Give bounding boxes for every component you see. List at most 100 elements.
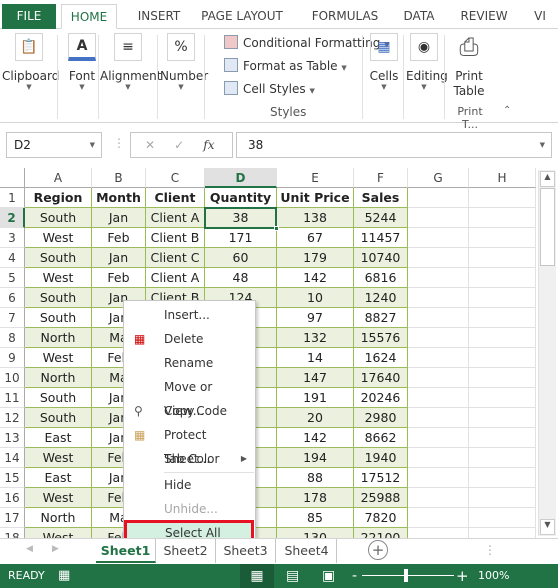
table-cell[interactable]: Feb	[92, 228, 146, 248]
empty-cell[interactable]	[469, 388, 536, 408]
row-header-2[interactable]: 2	[0, 208, 25, 228]
zoom-slider[interactable]	[362, 575, 454, 576]
formula-input[interactable]: 38 ▼	[236, 132, 552, 158]
empty-cell[interactable]	[408, 308, 469, 328]
menu-item-insert[interactable]: Insert...	[124, 303, 255, 327]
table-cell[interactable]: 6816	[354, 268, 408, 288]
row-header-11[interactable]: 11	[0, 388, 25, 408]
table-header-cell[interactable]: Client	[146, 188, 205, 208]
empty-cell[interactable]	[469, 228, 536, 248]
number-group[interactable]: % Number ▼	[160, 33, 208, 91]
table-cell[interactable]: 38	[205, 208, 277, 228]
fill-handle[interactable]	[274, 226, 279, 231]
table-cell[interactable]: East	[25, 428, 92, 448]
empty-cell[interactable]	[469, 188, 536, 208]
table-cell[interactable]: 147	[277, 368, 354, 388]
empty-cell[interactable]	[408, 508, 469, 528]
tab-review[interactable]: REVIEW	[452, 4, 516, 29]
table-cell[interactable]: 142	[277, 268, 354, 288]
table-header-cell[interactable]: Month	[92, 188, 146, 208]
table-cell[interactable]: 5244	[354, 208, 408, 228]
name-box[interactable]: D2 ▼	[6, 132, 102, 158]
table-cell[interactable]: 85	[277, 508, 354, 528]
table-cell[interactable]: 20246	[354, 388, 408, 408]
empty-cell[interactable]	[469, 508, 536, 528]
tab-file[interactable]: FILE	[2, 4, 56, 29]
column-header-B[interactable]: B	[92, 168, 146, 188]
table-cell[interactable]: 11457	[354, 228, 408, 248]
zoom-level[interactable]: 100%	[478, 564, 509, 588]
table-cell[interactable]: South	[25, 248, 92, 268]
table-cell[interactable]: 171	[205, 228, 277, 248]
table-cell[interactable]: Jan	[92, 248, 146, 268]
zoom-slider-thumb[interactable]	[404, 569, 408, 582]
table-cell[interactable]: 194	[277, 448, 354, 468]
cells-group[interactable]: ▦ Cells ▼	[368, 33, 400, 91]
menu-item-move-or-copy[interactable]: Move or Copy...	[124, 375, 255, 418]
tab-data[interactable]: DATA	[393, 4, 445, 29]
editing-group[interactable]: ◉ Editing ▼	[406, 33, 448, 91]
table-header-cell[interactable]: Region	[25, 188, 92, 208]
cancel-icon[interactable]: ✕	[145, 138, 155, 152]
conditional-formatting-button[interactable]: Conditional Formatting ▼	[224, 35, 390, 50]
clipboard-group[interactable]: 📋 Clipboard ▼	[2, 33, 59, 91]
table-cell[interactable]: 1240	[354, 288, 408, 308]
menu-item-hide[interactable]: Hide	[124, 473, 255, 497]
empty-cell[interactable]	[469, 368, 536, 388]
empty-cell[interactable]	[408, 328, 469, 348]
tab-insert[interactable]: INSERT	[127, 4, 191, 29]
table-cell[interactable]: West	[25, 348, 92, 368]
row-header-10[interactable]: 10	[0, 368, 25, 388]
menu-item-view-code[interactable]: ⚲ View Code	[124, 399, 255, 423]
table-cell[interactable]: East	[25, 468, 92, 488]
table-cell[interactable]: West	[25, 268, 92, 288]
empty-cell[interactable]	[469, 348, 536, 368]
table-cell[interactable]: 60	[205, 248, 277, 268]
row-header-9[interactable]: 9	[0, 348, 25, 368]
table-cell[interactable]: 1940	[354, 448, 408, 468]
menu-item-rename[interactable]: Rename	[124, 351, 255, 375]
table-header-cell[interactable]: Unit Price	[277, 188, 354, 208]
table-cell[interactable]: South	[25, 208, 92, 228]
alignment-group[interactable]: ≡ Alignment ▼	[100, 33, 161, 91]
menu-item-protect-sheet[interactable]: ▦ Protect Sheet...	[124, 423, 255, 466]
font-group[interactable]: A Font ▼	[62, 33, 102, 91]
insert-function-icon[interactable]: fx	[203, 138, 214, 152]
empty-cell[interactable]	[408, 348, 469, 368]
table-cell[interactable]: 17640	[354, 368, 408, 388]
empty-cell[interactable]	[408, 288, 469, 308]
table-cell[interactable]: Client A	[146, 208, 205, 228]
empty-cell[interactable]	[469, 428, 536, 448]
page-layout-view-icon[interactable]: ▤	[286, 564, 299, 588]
row-header-1[interactable]: 1	[0, 188, 25, 208]
table-cell[interactable]: Feb	[92, 268, 146, 288]
table-cell[interactable]: North	[25, 368, 92, 388]
scroll-left-icon[interactable]: ◀	[26, 544, 33, 554]
row-header-13[interactable]: 13	[0, 428, 25, 448]
cell-styles-button[interactable]: Cell Styles ▼	[224, 81, 315, 96]
table-cell[interactable]: North	[25, 328, 92, 348]
row-header-17[interactable]: 17	[0, 508, 25, 528]
scroll-thumb[interactable]	[540, 188, 555, 266]
table-cell[interactable]: South	[25, 308, 92, 328]
empty-cell[interactable]	[469, 208, 536, 228]
vertical-scrollbar[interactable]: ▲ ▼	[538, 170, 556, 536]
empty-cell[interactable]	[408, 268, 469, 288]
table-cell[interactable]: 8827	[354, 308, 408, 328]
column-header-F[interactable]: F	[354, 168, 408, 188]
tab-home[interactable]: HOME	[61, 4, 117, 29]
table-cell[interactable]: 7820	[354, 508, 408, 528]
table-cell[interactable]: 15576	[354, 328, 408, 348]
table-header-cell[interactable]: Sales	[354, 188, 408, 208]
table-cell[interactable]: 88	[277, 468, 354, 488]
table-cell[interactable]: Jan	[92, 208, 146, 228]
table-cell[interactable]: 179	[277, 248, 354, 268]
empty-cell[interactable]	[408, 188, 469, 208]
empty-cell[interactable]	[408, 468, 469, 488]
empty-cell[interactable]	[469, 488, 536, 508]
sheet-tab-sheet4[interactable]: Sheet4	[277, 539, 337, 563]
page-break-view-icon[interactable]: ▣	[322, 564, 335, 588]
table-cell[interactable]: 25988	[354, 488, 408, 508]
empty-cell[interactable]	[408, 408, 469, 428]
column-header-D[interactable]: D	[205, 168, 277, 188]
